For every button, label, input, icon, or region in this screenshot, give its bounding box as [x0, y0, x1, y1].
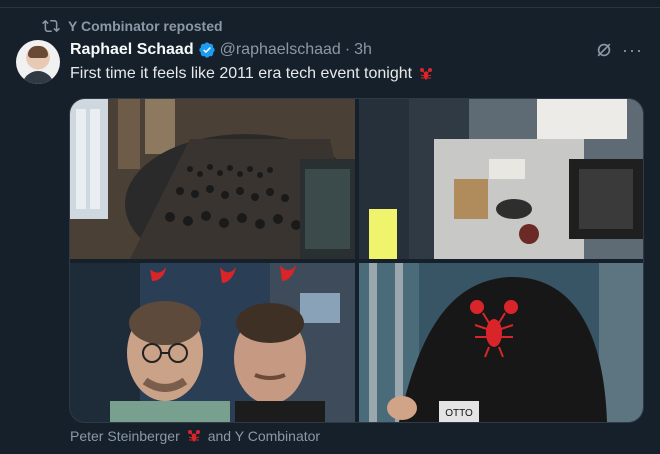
verified-badge-icon [198, 41, 216, 59]
repost-icon [42, 17, 60, 35]
timestamp[interactable]: 3h [354, 41, 372, 59]
separator-dot: · [344, 41, 351, 58]
avatar[interactable] [16, 40, 60, 84]
grok-icon[interactable] [594, 40, 614, 60]
more-icon[interactable]: ··· [622, 40, 642, 60]
photo-selfie[interactable] [70, 263, 355, 422]
tweet-body: First time it feels like 2011 era tech e… [70, 65, 413, 82]
repost-context[interactable]: Y Combinator reposted [42, 16, 223, 36]
photo-lobster-cap[interactable]: OTTO [359, 263, 643, 422]
tagged-others[interactable]: and Y Combinator [208, 428, 320, 444]
repost-label: Y Combinator reposted [68, 18, 223, 34]
tweet-header: Raphael Schaad @raphaelschaad · 3h [70, 39, 372, 61]
photo-table-gadgets[interactable] [359, 99, 643, 259]
media-tags[interactable]: Peter Steinberger and Y Combinator [70, 428, 320, 444]
tagged-person-1[interactable]: Peter Steinberger [70, 428, 180, 444]
lobster-emoji-icon [186, 428, 202, 444]
author-name[interactable]: Raphael Schaad [70, 41, 194, 59]
lobster-emoji-icon [418, 66, 434, 82]
photo-event-crowd[interactable] [70, 99, 355, 259]
author-handle[interactable]: @raphaelschaad [220, 41, 341, 59]
top-divider [0, 0, 660, 8]
tweet-text: First time it feels like 2011 era tech e… [70, 65, 434, 83]
media-grid: OTTO [69, 98, 644, 423]
cap-tag-text: OTTO [445, 408, 473, 419]
